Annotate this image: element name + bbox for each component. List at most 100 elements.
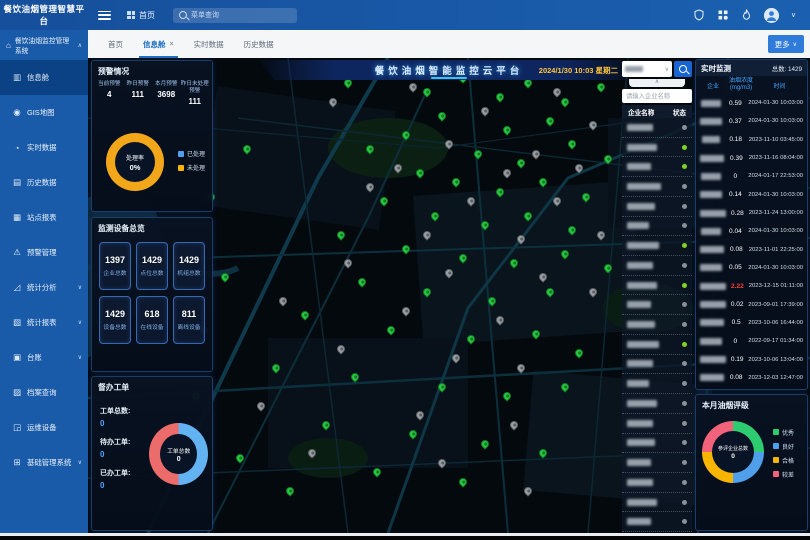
map-pin[interactable] (422, 286, 433, 297)
map-pin[interactable] (414, 167, 425, 178)
enterprise-row[interactable] (622, 434, 692, 454)
map-pin[interactable] (465, 333, 476, 344)
map-pin[interactable] (602, 153, 613, 164)
map-pin[interactable] (407, 82, 418, 93)
map-pin[interactable] (443, 139, 454, 150)
map-pin[interactable] (494, 186, 505, 197)
map-pin[interactable] (537, 177, 548, 188)
map-pin[interactable] (595, 229, 606, 240)
map-pin[interactable] (422, 229, 433, 240)
map-pin[interactable] (378, 196, 389, 207)
map-pin[interactable] (458, 253, 469, 264)
map-pin[interactable] (501, 124, 512, 135)
sidebar-item[interactable]: ⊞ 基础管理系统 ∨ (0, 445, 88, 480)
chevron-down-icon[interactable]: ∨ (791, 11, 796, 19)
map-pin[interactable] (501, 167, 512, 178)
map-pin[interactable] (335, 343, 346, 354)
map-pin[interactable] (508, 419, 519, 430)
map-pin[interactable] (342, 257, 353, 268)
tab[interactable]: 实时数据 (184, 30, 234, 58)
sidebar-item[interactable]: ▦ 站点报表 ∨ (0, 200, 88, 235)
map-pin[interactable] (400, 305, 411, 316)
realtime-row[interactable]: 0.39 2023-11-16 08:04:00 (696, 149, 807, 167)
map-pin[interactable] (552, 196, 563, 207)
enterprise-row[interactable] (622, 177, 692, 197)
enterprise-row[interactable] (622, 473, 692, 493)
map-pin[interactable] (566, 224, 577, 235)
map-pin[interactable] (407, 428, 418, 439)
sidebar-item[interactable]: ▨ 档案查询 ∨ (0, 375, 88, 410)
enterprise-row[interactable] (622, 276, 692, 296)
map-pin[interactable] (436, 457, 447, 468)
enterprise-row[interactable] (622, 335, 692, 355)
map-pin[interactable] (393, 162, 404, 173)
sidebar-item[interactable]: ◲ 运维设备 ∨ (0, 410, 88, 445)
realtime-row[interactable]: 0.59 2024-01-30 10:03:00 (696, 94, 807, 112)
map-pin[interactable] (270, 362, 281, 373)
map-pin[interactable] (436, 381, 447, 392)
realtime-row[interactable]: 2.22 2023-12-15 01:11:00 (696, 277, 807, 295)
enterprise-row[interactable] (622, 157, 692, 177)
map-pin[interactable] (494, 314, 505, 325)
shield-icon[interactable] (693, 9, 705, 21)
enterprise-row[interactable] (622, 118, 692, 138)
enterprise-row[interactable] (622, 374, 692, 394)
enterprise-row[interactable] (622, 355, 692, 375)
map-pin[interactable] (256, 400, 267, 411)
map-pin[interactable] (299, 310, 310, 321)
map-pin[interactable] (451, 177, 462, 188)
map-pin[interactable] (241, 143, 252, 154)
sidebar-item[interactable]: ▥ 信息舱 ∨ (0, 60, 88, 95)
realtime-row[interactable]: 0.08 2023-11-01 22:25:00 (696, 241, 807, 259)
map-pin[interactable] (429, 210, 440, 221)
map-pin[interactable] (544, 115, 555, 126)
map-pin[interactable] (559, 248, 570, 259)
realtime-row[interactable]: 0.02 2023-09-01 17:39:00 (696, 295, 807, 313)
map-pin[interactable] (328, 96, 339, 107)
map-pin[interactable] (516, 158, 527, 169)
map-pin[interactable] (479, 438, 490, 449)
map-pin[interactable] (284, 485, 295, 496)
enterprise-row[interactable] (622, 217, 692, 237)
enterprise-row[interactable] (622, 295, 692, 315)
map-pin[interactable] (602, 262, 613, 273)
map-pin[interactable] (544, 286, 555, 297)
sidebar-system-title[interactable]: ⌂ 餐饮油烟监控管理系统 ∧ (0, 30, 88, 60)
sidebar-item[interactable]: ◿ 统计分析 ∨ (0, 270, 88, 305)
map-pin[interactable] (371, 466, 382, 477)
enterprise-row[interactable] (622, 256, 692, 276)
map-pin[interactable] (479, 219, 490, 230)
enterprise-row[interactable] (622, 493, 692, 513)
breadcrumb-home[interactable]: 首页 (139, 10, 155, 21)
realtime-row[interactable]: 0.18 2023-11-10 03:45:00 (696, 131, 807, 149)
map-pin[interactable] (465, 196, 476, 207)
map-pin[interactable] (516, 362, 527, 373)
map-pin[interactable] (306, 447, 317, 458)
map-pin[interactable] (472, 148, 483, 159)
map-pin[interactable] (349, 371, 360, 382)
map-pin[interactable] (386, 324, 397, 335)
map-pin[interactable] (422, 86, 433, 97)
enterprise-row[interactable] (622, 315, 692, 335)
realtime-row[interactable]: 0 2022-09-17 01:34:00 (696, 332, 807, 350)
map-pin[interactable] (220, 272, 231, 283)
map-pin[interactable] (494, 91, 505, 102)
tab[interactable]: 首页 (98, 30, 133, 58)
map-pin[interactable] (234, 452, 245, 463)
map-pin[interactable] (530, 148, 541, 159)
map-pin[interactable] (436, 110, 447, 121)
map-pin[interactable] (335, 229, 346, 240)
map-pin[interactable] (479, 105, 490, 116)
map-pin[interactable] (581, 191, 592, 202)
realtime-row[interactable]: 0.19 2023-10-06 13:04:00 (696, 350, 807, 368)
menu-toggle-icon[interactable] (98, 11, 111, 20)
realtime-row[interactable]: 0.14 2024-01-30 10:03:00 (696, 186, 807, 204)
enterprise-row[interactable] (622, 197, 692, 217)
map-pin[interactable] (530, 329, 541, 340)
map-pin[interactable] (516, 234, 527, 245)
sidebar-item[interactable]: ▤ 历史数据 ∨ (0, 165, 88, 200)
map-pin[interactable] (277, 295, 288, 306)
enterprise-row[interactable] (622, 414, 692, 434)
map-pin[interactable] (523, 210, 534, 221)
map-pin[interactable] (400, 243, 411, 254)
